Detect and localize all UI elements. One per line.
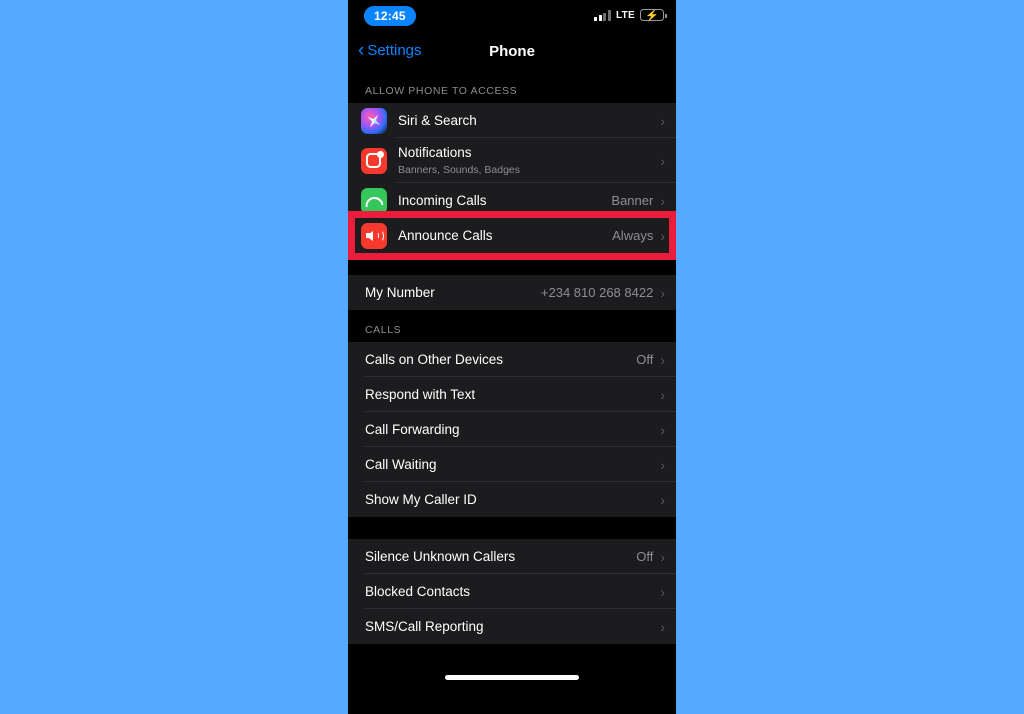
settings-row-text: Call Forwarding (365, 415, 660, 445)
screenshot-canvas: 12:45 LTE ⚡ ‹ Settings Phone ALLOW PHONE… (0, 0, 1024, 714)
settings-row-value: Banner (611, 193, 654, 208)
settings-row-text: Blocked Contacts (365, 577, 660, 607)
settings-row[interactable]: Call Forwarding › (348, 412, 676, 447)
settings-row[interactable]: Siri & Search › (348, 103, 676, 138)
section-header: CALLS (348, 310, 676, 342)
phone-screen: 12:45 LTE ⚡ ‹ Settings Phone ALLOW PHONE… (348, 0, 676, 714)
settings-group: Silence Unknown Callers Off › Blocked Conta… (348, 539, 676, 644)
section-gap (348, 253, 676, 275)
settings-row[interactable]: SMS/Call Reporting › (348, 609, 676, 644)
chevron-right-icon: › (660, 456, 665, 473)
settings-row-value: Off (636, 549, 654, 564)
settings-row-value: Always (612, 228, 654, 243)
status-bar: 12:45 LTE ⚡ (348, 0, 676, 34)
settings-row[interactable]: Silence Unknown Callers Off › (348, 539, 676, 574)
settings-row-text: Respond with Text (365, 380, 660, 410)
settings-row-title: SMS/Call Reporting (365, 618, 484, 634)
settings-row-title: My Number (365, 284, 435, 300)
settings-row-title: Announce Calls (398, 227, 493, 243)
settings-row[interactable]: Notifications Banners, Sounds, Badges › (348, 138, 676, 183)
settings-row-text: Calls on Other Devices (365, 345, 636, 375)
settings-row[interactable]: Call Waiting › (348, 447, 676, 482)
settings-group: Siri & Search › Notifications Banners, Soun… (348, 103, 676, 253)
notifications-icon (361, 147, 387, 174)
chevron-right-icon: › (660, 386, 665, 403)
settings-row-value: Off (636, 352, 654, 367)
section-header: ALLOW PHONE TO ACCESS (348, 71, 676, 103)
settings-row-text: Call Waiting (365, 450, 660, 480)
settings-group: Calls on Other Devices Off › Respond with T… (348, 342, 676, 517)
chevron-right-icon: › (660, 351, 665, 368)
network-type-label: LTE (615, 9, 635, 21)
chevron-right-icon: › (660, 491, 665, 508)
settings-row-title: Blocked Contacts (365, 583, 471, 599)
settings-row-text: SMS/Call Reporting (365, 612, 660, 642)
home-indicator-area (348, 644, 676, 688)
settings-list: ALLOW PHONE TO ACCESS Siri & Search › Notif… (348, 71, 676, 644)
chevron-right-icon: › (660, 227, 665, 244)
settings-row-subtitle: Banners, Sounds, Badges (398, 164, 521, 176)
page-title: Phone (489, 43, 535, 60)
settings-group: My Number +234 810 268 8422 › (348, 275, 676, 310)
settings-row-title: Respond with Text (365, 386, 476, 402)
settings-row-text: Siri & Search (398, 106, 660, 136)
chevron-right-icon: › (660, 548, 665, 565)
section-gap (348, 517, 676, 539)
siri-icon (361, 107, 387, 134)
chevron-right-icon: › (660, 618, 665, 635)
chevron-right-icon: › (660, 421, 665, 438)
battery-charging-icon: ⚡ (640, 9, 667, 22)
incoming-calls-icon (361, 187, 387, 214)
settings-row-text: Show My Caller ID (365, 485, 660, 515)
settings-row-title: Calls on Other Devices (365, 351, 504, 367)
chevron-right-icon: › (660, 152, 665, 169)
settings-row-value: +234 810 268 8422 (540, 285, 654, 300)
settings-row-title: Incoming Calls (398, 192, 487, 208)
settings-row-title: Notifications (398, 145, 472, 160)
settings-row-text: Announce Calls (398, 221, 612, 251)
settings-row-title: Show My Caller ID (365, 491, 477, 507)
navigation-bar: ‹ Settings Phone (348, 34, 676, 71)
settings-row[interactable]: Show My Caller ID › (348, 482, 676, 517)
settings-row-title: Silence Unknown Callers (365, 548, 516, 564)
cellular-signal-icon (594, 9, 611, 21)
settings-row-text: Silence Unknown Callers (365, 542, 636, 572)
settings-row-text: My Number (365, 278, 541, 308)
chevron-right-icon: › (660, 112, 665, 129)
settings-row[interactable]: Announce Calls Always › (348, 218, 676, 253)
settings-row[interactable]: Incoming Calls Banner › (348, 183, 676, 218)
chevron-right-icon: › (660, 284, 665, 301)
status-time-pill: 12:45 (364, 6, 416, 26)
settings-row-title: Call Forwarding (365, 421, 460, 437)
settings-row-text: Incoming Calls (398, 186, 611, 216)
settings-row[interactable]: Blocked Contacts › (348, 574, 676, 609)
home-indicator[interactable] (445, 675, 579, 680)
announce-calls-icon (361, 222, 387, 249)
status-indicators: LTE ⚡ (594, 9, 667, 22)
chevron-right-icon: › (660, 192, 665, 209)
settings-row[interactable]: My Number +234 810 268 8422 › (348, 275, 676, 310)
chevron-right-icon: › (660, 583, 665, 600)
settings-row-title: Call Waiting (365, 456, 437, 472)
settings-row[interactable]: Calls on Other Devices Off › (348, 342, 676, 377)
settings-row-text: Notifications Banners, Sounds, Badges (398, 138, 660, 183)
settings-row-title: Siri & Search (398, 112, 477, 128)
settings-row[interactable]: Respond with Text › (348, 377, 676, 412)
